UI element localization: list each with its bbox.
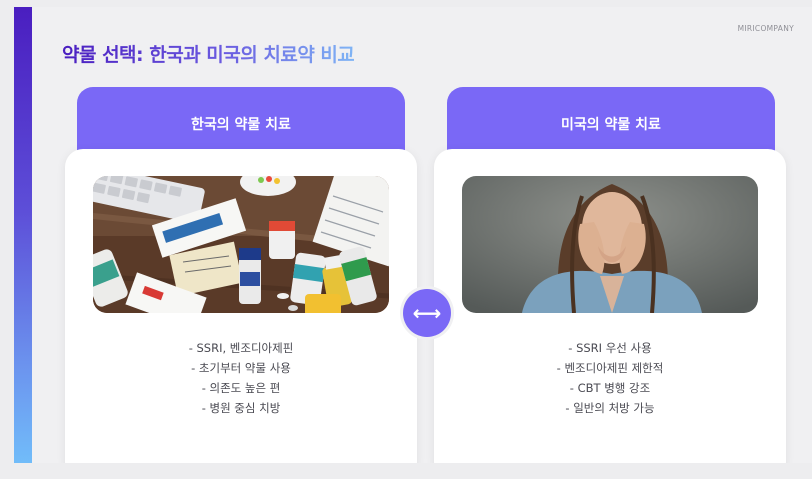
compare-button[interactable]: ⟷ <box>403 289 451 337</box>
korea-card-title: 한국의 약물 치료 <box>191 117 291 133</box>
usa-distressed-person-image <box>462 176 758 313</box>
page-title: 약물 선택: 한국과 미국의 치료약 비교 <box>62 40 355 67</box>
list-item: - SSRI 우선 사용 <box>568 341 652 355</box>
usa-card-title: 미국의 약물 치료 <box>561 117 661 133</box>
korea-medication-image <box>93 176 389 313</box>
list-item: - SSRI, 벤조디아제핀 <box>188 341 294 355</box>
korea-bullet-list: - SSRI, 벤조디아제핀 - 초기부터 약물 사용 - 의존도 높은 편 -… <box>65 338 417 418</box>
usa-bullet-list: - SSRI 우선 사용 - 벤조디아제핀 제한적 - CBT 병행 강조 - … <box>434 338 786 418</box>
brand-label: MIRICOMPANY <box>737 24 794 33</box>
list-item: - 의존도 높은 편 <box>201 381 281 395</box>
list-item: - 병원 중심 치방 <box>201 401 281 415</box>
slide: MIRICOMPANY 약물 선택: 한국과 미국의 치료약 비교 한국의 약물… <box>14 7 812 463</box>
list-item: - 일반의 처방 가능 <box>565 401 655 415</box>
accent-bar <box>14 7 32 463</box>
list-item: - CBT 병행 강조 <box>569 381 651 395</box>
list-item: - 초기부터 약물 사용 <box>191 361 291 375</box>
usa-card: - SSRI 우선 사용 - 벤조디아제핀 제한적 - CBT 병행 강조 - … <box>434 149 786 463</box>
korea-card: - SSRI, 벤조디아제핀 - 초기부터 약물 사용 - 의존도 높은 편 -… <box>65 149 417 463</box>
left-right-arrow-icon: ⟷ <box>412 301 442 325</box>
list-item: - 벤조디아제핀 제한적 <box>556 361 664 375</box>
